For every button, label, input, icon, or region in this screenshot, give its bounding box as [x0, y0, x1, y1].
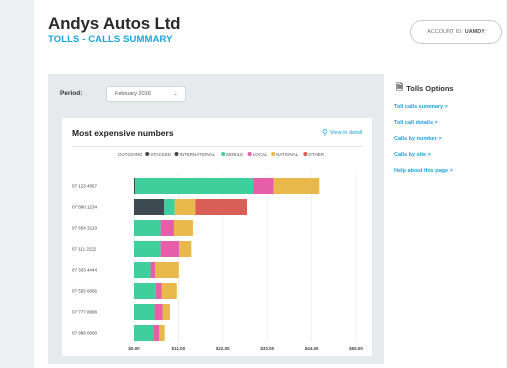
- bar-segment: [134, 304, 155, 320]
- bar-segment: [135, 178, 254, 194]
- legend-label: LOCAL: [253, 152, 268, 157]
- bar-segment: [253, 178, 274, 194]
- bar-segment: [134, 241, 161, 257]
- legend-label: MOBILE: [226, 152, 243, 157]
- divider: [72, 146, 362, 147]
- bar-segment: [273, 178, 320, 194]
- x-tick-label: $11.00: [172, 346, 186, 351]
- link-toll-calls-summary[interactable]: Toll calls summary >: [394, 104, 502, 110]
- bar-segment: [174, 199, 196, 215]
- tolls-options-header: 🗎 Tolls Options: [396, 80, 502, 96]
- legend-marker: [271, 152, 276, 156]
- x-tick-label: $33.00: [260, 346, 274, 351]
- bar-segment: [160, 241, 180, 257]
- bar-segment: [173, 220, 193, 236]
- period-label: Period:: [60, 90, 83, 97]
- company-name: Andys Autos Ltd: [48, 14, 181, 33]
- x-tick-label: $55.00: [349, 346, 363, 351]
- bar-segment: [195, 199, 248, 215]
- bar-segment: [134, 199, 165, 215]
- legend-label: INTERNATIONAL: [180, 152, 216, 157]
- y-tick-label: 07 890 1234: [72, 205, 98, 210]
- bar-segment: [154, 304, 163, 320]
- legend-marker: [145, 152, 150, 156]
- view-detail-link[interactable]: ⚲ View in detail: [322, 128, 362, 137]
- y-tick-label: 07 333 4444: [72, 268, 98, 273]
- legend-label: NATIONAL: [276, 152, 299, 157]
- chart-title: Most expensive numbers: [72, 128, 174, 138]
- legend-label: STACKED: [150, 152, 172, 157]
- period-select[interactable]: February 2016 ⌄: [106, 86, 186, 102]
- period-value: February 2016: [115, 91, 151, 97]
- bar-segment: [161, 283, 177, 299]
- legend-marker: [174, 152, 179, 156]
- y-tick-label: 07 654 3210: [72, 226, 98, 231]
- bar-segment: [134, 178, 136, 194]
- page-subtitle: TOLLS - CALLS SUMMARY: [48, 34, 173, 45]
- x-tick-label: $22.00: [216, 346, 230, 351]
- bar-segment: [159, 325, 165, 341]
- link-toll-call-details[interactable]: Toll call details >: [394, 120, 502, 126]
- y-tick-label: 07 111 2222: [72, 247, 97, 252]
- chart-card: Most expensive numbers ⚲ View in detail …: [62, 118, 372, 356]
- view-detail-label: View in detail: [329, 129, 363, 136]
- legend-marker: [303, 152, 308, 156]
- bar-segment: [134, 220, 161, 236]
- bar-segment: [162, 304, 170, 320]
- bar-segment: [154, 262, 179, 278]
- page-card: Andys Autos Ltd TOLLS - CALLS SUMMARY AC…: [34, 0, 506, 368]
- link-help[interactable]: Help about this page >: [394, 168, 502, 174]
- bar-segment: [155, 283, 162, 299]
- bar-segment: [134, 325, 154, 341]
- y-tick-label: 07 777 8888: [72, 310, 98, 315]
- tolls-options-sidebar: 🗎 Tolls Options Toll calls summary > Tol…: [390, 80, 502, 174]
- x-tick-label: $44.00: [305, 346, 319, 351]
- account-id-value: UAMDY: [464, 29, 485, 35]
- chevron-down-icon: ⌄: [172, 91, 178, 97]
- document-icon: 🗎: [396, 82, 404, 92]
- legend-label: OTHER: [308, 152, 325, 157]
- legend-marker: [221, 152, 226, 156]
- bar-segment: [150, 262, 155, 278]
- account-id-label: ACCOUNT ID:: [427, 29, 463, 35]
- search-icon: ⚲: [322, 128, 328, 137]
- bar-segment: [134, 262, 151, 278]
- chart: OUTGOING STACKED INTERNATIONAL MOBILE LOCAL N…: [72, 152, 363, 351]
- bar-segment: [179, 241, 192, 257]
- link-calls-by-number[interactable]: Calls by number >: [394, 136, 502, 142]
- y-tick-label: 07 999 0000: [72, 331, 98, 336]
- account-id-button[interactable]: ACCOUNT ID: UAMDY: [410, 20, 502, 44]
- bar-segment: [160, 220, 174, 236]
- content-panel: Period: February 2016 ⌄ Most expensive n…: [48, 74, 384, 364]
- bar-segment: [134, 283, 156, 299]
- x-tick-label: $0.00: [128, 346, 140, 351]
- y-tick-label: 07 123 4567: [72, 184, 98, 189]
- y-tick-label: 07 555 6666: [72, 289, 98, 294]
- tolls-options-title: Tolls Options: [406, 83, 454, 93]
- bar-segment: [153, 325, 160, 341]
- legend-label: OUTGOING: [118, 152, 143, 157]
- link-calls-by-site[interactable]: Calls by site >: [394, 152, 502, 158]
- legend-marker: [247, 152, 252, 156]
- bar-segment: [164, 199, 175, 215]
